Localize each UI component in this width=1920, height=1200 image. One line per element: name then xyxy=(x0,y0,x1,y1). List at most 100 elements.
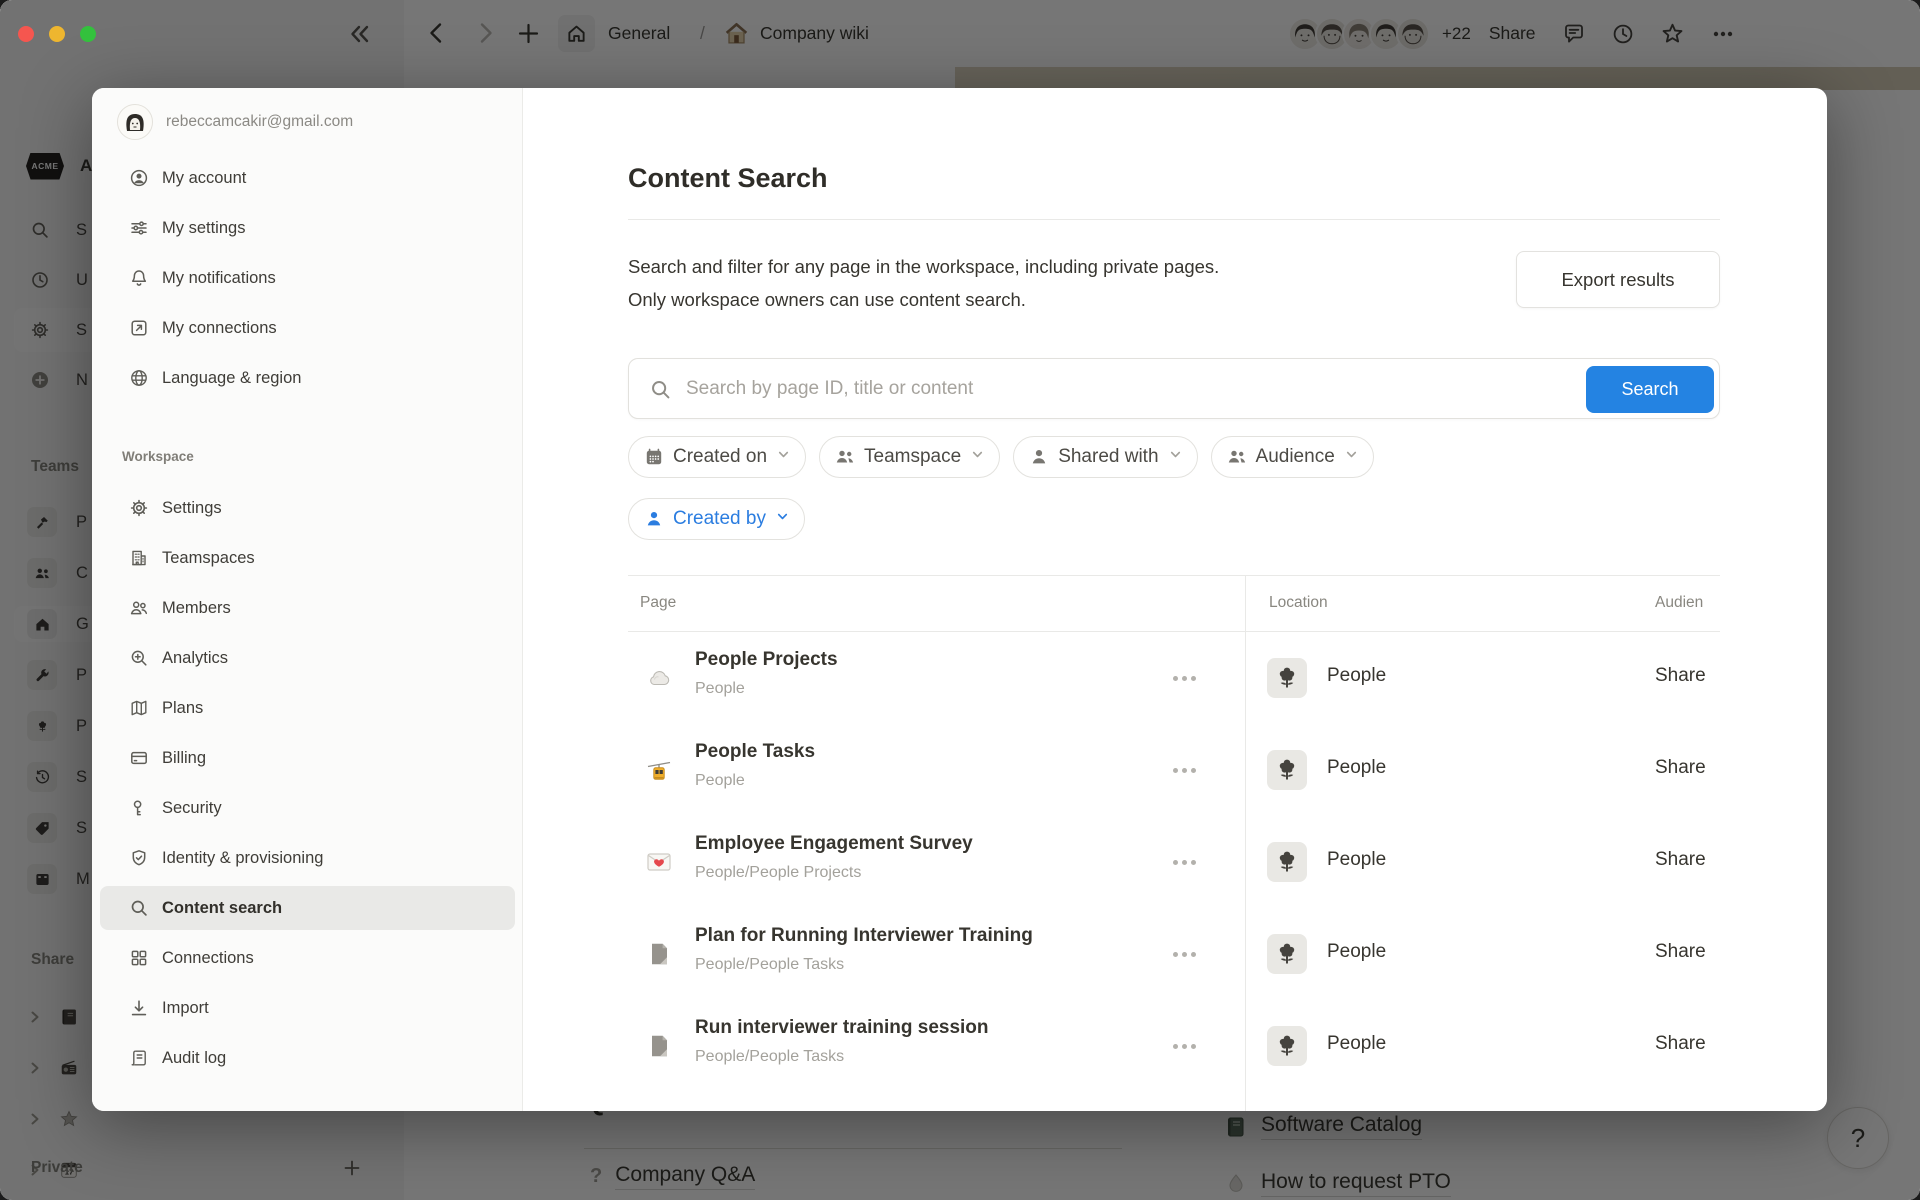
settings-nav-item[interactable]: My settings xyxy=(100,206,515,250)
title-divider xyxy=(628,219,1720,220)
people-teamspace-flower-icon xyxy=(1267,934,1307,974)
filter-chips: Created on Teamspace Shared with xyxy=(628,436,1374,478)
filter-chip[interactable]: Audience xyxy=(1211,436,1374,478)
table-row[interactable]: People Tasks People People Share xyxy=(628,724,1720,816)
table-rows: People Projects People People Share xyxy=(628,632,1720,1092)
filter-chip-label: Created by xyxy=(673,508,766,530)
account-header: rebeccamcakir@gmail.com xyxy=(117,104,353,140)
bell-icon xyxy=(129,268,149,288)
table-row[interactable]: People Projects People People Share xyxy=(628,632,1720,724)
location-cell[interactable]: People xyxy=(1327,1033,1386,1055)
app-window: General / Company wiki +22 Share xyxy=(0,0,1920,1200)
settings-nav-item-label: My connections xyxy=(162,319,277,338)
settings-nav-item-label: Identity & provisioning xyxy=(162,849,323,868)
settings-nav-item[interactable]: My notifications xyxy=(100,256,515,300)
row-more-icon[interactable] xyxy=(1162,942,1206,966)
love-letter-icon xyxy=(646,849,672,875)
page-title-cell[interactable]: People Projects xyxy=(695,649,838,671)
filter-chip-label: Teamspace xyxy=(864,446,961,468)
sliders-icon xyxy=(129,218,149,238)
table-row[interactable]: Run interviewer training session People/… xyxy=(628,1000,1720,1092)
analytics-icon xyxy=(129,648,149,668)
column-header-location[interactable]: Location xyxy=(1269,575,1328,631)
location-cell[interactable]: People xyxy=(1327,665,1386,687)
settings-nav-item-label: Billing xyxy=(162,749,206,768)
map-icon xyxy=(129,698,149,718)
filter-chip[interactable]: Created on xyxy=(628,436,806,478)
search-input[interactable] xyxy=(629,359,1719,418)
column-header-audience[interactable]: Audien xyxy=(1655,575,1703,631)
close-window-button[interactable] xyxy=(18,26,34,42)
grid-icon xyxy=(129,948,149,968)
row-more-icon[interactable] xyxy=(1162,758,1206,782)
audience-cell[interactable]: Share xyxy=(1655,665,1706,687)
audience-cell[interactable]: Share xyxy=(1655,941,1706,963)
settings-nav-item[interactable]: My account xyxy=(100,156,515,200)
people-teamspace-flower-icon xyxy=(1267,842,1307,882)
location-cell[interactable]: People xyxy=(1327,941,1386,963)
zoom-window-button[interactable] xyxy=(80,26,96,42)
cloud-icon xyxy=(646,665,672,691)
content-search-panel: Content Search Search and filter for any… xyxy=(628,88,1720,1111)
settings-nav-item[interactable]: Connections xyxy=(100,936,515,980)
settings-nav-item[interactable]: Audit log xyxy=(100,1036,515,1080)
audience-cell[interactable]: Share xyxy=(1655,1033,1706,1055)
page-title-cell[interactable]: Plan for Running Interviewer Training xyxy=(695,925,1033,947)
page-title-cell[interactable]: People Tasks xyxy=(695,741,815,763)
audience-cell[interactable]: Share xyxy=(1655,757,1706,779)
filter-chip[interactable]: Shared with xyxy=(1013,436,1197,478)
chevron-down-icon xyxy=(1168,446,1183,468)
settings-nav-item[interactable]: Billing xyxy=(100,736,515,780)
people-icon xyxy=(129,598,149,618)
table-row[interactable]: Plan for Running Interviewer Training Pe… xyxy=(628,908,1720,1000)
settings-modal: rebeccamcakir@gmail.com My account My se… xyxy=(92,88,1827,1111)
row-more-icon[interactable] xyxy=(1162,850,1206,874)
settings-nav-item[interactable]: Import xyxy=(100,986,515,1030)
settings-nav-item[interactable]: Plans xyxy=(100,686,515,730)
search-submit-button[interactable]: Search xyxy=(1586,366,1714,413)
window-controls xyxy=(18,26,96,42)
page-path: People/People Tasks xyxy=(695,1048,844,1066)
settings-nav-item-label: Security xyxy=(162,799,222,818)
export-results-button[interactable]: Export results xyxy=(1516,251,1720,308)
audience-cell[interactable]: Share xyxy=(1655,849,1706,871)
key-icon xyxy=(129,798,149,818)
row-more-icon[interactable] xyxy=(1162,666,1206,690)
page-path: People xyxy=(695,680,745,698)
page-title: Content Search xyxy=(628,163,828,194)
filter-chip[interactable]: Teamspace xyxy=(819,436,1000,478)
settings-nav-item-label: Teamspaces xyxy=(162,549,255,568)
page-icon xyxy=(646,1033,672,1059)
settings-nav-item[interactable]: Identity & provisioning xyxy=(100,836,515,880)
minimize-window-button[interactable] xyxy=(49,26,65,42)
settings-nav-item[interactable]: Teamspaces xyxy=(100,536,515,580)
location-cell[interactable]: People xyxy=(1327,849,1386,871)
filter-chip-label: Created on xyxy=(673,446,767,468)
settings-nav-item[interactable]: Analytics xyxy=(100,636,515,680)
location-cell[interactable]: People xyxy=(1327,757,1386,779)
created-by-filter-chip[interactable]: Created by xyxy=(628,498,805,540)
row-more-icon[interactable] xyxy=(1162,1034,1206,1058)
globe-icon xyxy=(129,368,149,388)
settings-nav-item-label: Import xyxy=(162,999,209,1018)
page-title-cell[interactable]: Run interviewer training session xyxy=(695,1017,989,1039)
people-teamspace-flower-icon xyxy=(1267,750,1307,790)
settings-nav-item[interactable]: Settings xyxy=(100,486,515,530)
audit-icon xyxy=(129,1048,149,1068)
settings-nav-item[interactable]: Members xyxy=(100,586,515,630)
column-header-page[interactable]: Page xyxy=(640,575,676,631)
filter-chip-label: Shared with xyxy=(1058,446,1158,468)
page-icon xyxy=(646,941,672,967)
settings-nav-item[interactable]: My connections xyxy=(100,306,515,350)
page-title-cell[interactable]: Employee Engagement Survey xyxy=(695,833,973,855)
settings-nav-item-label: My account xyxy=(162,169,246,188)
table-row[interactable]: Employee Engagement Survey People/People… xyxy=(628,816,1720,908)
person-solid-icon xyxy=(644,509,664,529)
settings-nav-item[interactable]: Language & region xyxy=(100,356,515,400)
settings-nav-item[interactable]: Security xyxy=(100,786,515,830)
page-path: People/People Tasks xyxy=(695,956,844,974)
settings-nav-item-label: Members xyxy=(162,599,231,618)
person-circle-icon xyxy=(129,168,149,188)
settings-nav-item[interactable]: Content search xyxy=(100,886,515,930)
page-path: People xyxy=(695,772,745,790)
